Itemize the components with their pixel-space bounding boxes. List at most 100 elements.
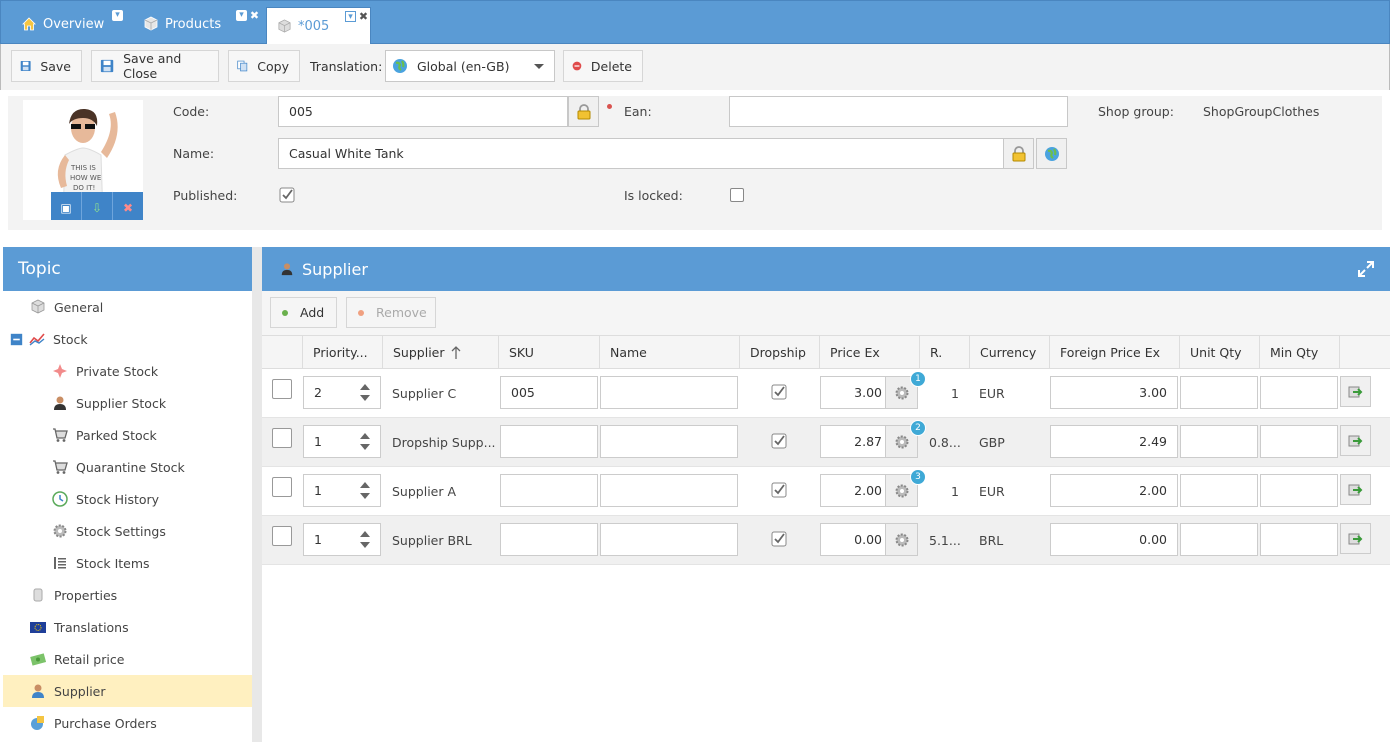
- dropship-checkbox[interactable]: [771, 531, 787, 547]
- remove-supplier-button[interactable]: Remove: [346, 297, 436, 328]
- topic-item-supplier[interactable]: Supplier: [3, 675, 252, 707]
- sku-input[interactable]: [500, 474, 598, 507]
- translation-select[interactable]: Global (en-GB): [385, 50, 555, 82]
- priority-stepper[interactable]: 1: [303, 523, 381, 556]
- ean-input[interactable]: [729, 96, 1068, 127]
- row-open-button[interactable]: [1340, 425, 1371, 456]
- stepper-arrows-icon[interactable]: [360, 432, 370, 452]
- price-ex-input[interactable]: 2.00: [820, 474, 886, 507]
- topic-item-properties[interactable]: Properties: [3, 579, 252, 611]
- panel-splitter[interactable]: [252, 247, 262, 742]
- stepper-arrows-icon[interactable]: [360, 383, 370, 403]
- col-rate[interactable]: R.: [919, 336, 969, 369]
- topic-item-private-stock[interactable]: Private Stock: [3, 355, 252, 387]
- col-price-ex[interactable]: Price Ex: [819, 336, 919, 369]
- code-lock-button[interactable]: [568, 96, 599, 127]
- sku-input[interactable]: 005: [500, 376, 598, 409]
- topic-item-purchase-orders[interactable]: Purchase Orders: [3, 707, 252, 739]
- topic-item-stock[interactable]: Stock: [3, 323, 252, 355]
- priority-stepper[interactable]: 1: [303, 425, 381, 458]
- unit-qty-input[interactable]: [1180, 425, 1258, 458]
- stepper-arrows-icon[interactable]: [360, 481, 370, 501]
- unit-qty-input[interactable]: [1180, 474, 1258, 507]
- topic-item-stock-settings[interactable]: Stock Settings: [3, 515, 252, 547]
- min-qty-input[interactable]: [1260, 523, 1338, 556]
- tab-active-menu-icon[interactable]: ▾: [345, 11, 356, 22]
- price-ex-input[interactable]: 2.87: [820, 425, 886, 458]
- row-open-button[interactable]: [1340, 474, 1371, 505]
- priority-stepper[interactable]: 2: [303, 376, 381, 409]
- min-qty-input[interactable]: [1260, 474, 1338, 507]
- row-select-checkbox[interactable]: [272, 526, 292, 546]
- unit-qty-input[interactable]: [1180, 523, 1258, 556]
- image-download-icon[interactable]: ⇩: [82, 192, 113, 220]
- row-select-checkbox[interactable]: [272, 379, 292, 399]
- price-ex-input[interactable]: 3.00: [820, 376, 886, 409]
- save-and-close-button[interactable]: Save and Close: [91, 50, 219, 82]
- sku-input[interactable]: [500, 425, 598, 458]
- table-row[interactable]: 1 Supplier A 2.00 3 1 EUR 2.00: [262, 467, 1390, 516]
- tab-products-menu-icon[interactable]: ▾: [236, 10, 247, 21]
- topic-item-stock-history[interactable]: Stock History: [3, 483, 252, 515]
- save-button[interactable]: Save: [11, 50, 82, 82]
- copy-button[interactable]: Copy: [228, 50, 300, 82]
- code-input[interactable]: 005: [278, 96, 568, 127]
- tab-overview-menu-icon[interactable]: ▾: [112, 10, 123, 21]
- table-row[interactable]: 2 Supplier C 005 3.00 1 1 EUR 3.00: [262, 369, 1390, 418]
- tab-overview[interactable]: Overview: [21, 9, 104, 39]
- topic-item-retail-price[interactable]: Retail price: [3, 643, 252, 675]
- col-foreign-price-ex[interactable]: Foreign Price Ex: [1049, 336, 1179, 369]
- table-row[interactable]: 1 Dropship Supp... 2.87 2 0.8... GBP 2.4…: [262, 418, 1390, 467]
- tab-products-close-icon[interactable]: ✖: [249, 10, 260, 21]
- unit-qty-input[interactable]: [1180, 376, 1258, 409]
- name-input[interactable]: [600, 523, 738, 556]
- topic-item-general[interactable]: General: [3, 291, 252, 323]
- foreign-price-input[interactable]: 3.00: [1050, 376, 1178, 409]
- row-open-button[interactable]: [1340, 376, 1371, 407]
- min-qty-input[interactable]: [1260, 425, 1338, 458]
- tab-products[interactable]: Products: [143, 9, 221, 39]
- price-ex-input[interactable]: 0.00: [820, 523, 886, 556]
- tab-active-close-icon[interactable]: ✖: [358, 11, 369, 22]
- image-remove-icon[interactable]: ✖: [113, 192, 143, 220]
- foreign-price-input[interactable]: 2.00: [1050, 474, 1178, 507]
- col-dropship[interactable]: Dropship: [739, 336, 819, 369]
- name-input[interactable]: [600, 425, 738, 458]
- topic-item-translations[interactable]: Translations: [3, 611, 252, 643]
- col-min-qty[interactable]: Min Qty: [1259, 336, 1339, 369]
- name-lock-button[interactable]: [1003, 138, 1034, 169]
- topic-item-parked-stock[interactable]: Parked Stock: [3, 419, 252, 451]
- published-checkbox[interactable]: [279, 187, 295, 203]
- col-unit-qty[interactable]: Unit Qty: [1179, 336, 1259, 369]
- col-currency[interactable]: Currency: [969, 336, 1049, 369]
- stepper-arrows-icon[interactable]: [360, 530, 370, 550]
- table-row[interactable]: 1 Supplier BRL 0.00 5.1... BRL 0.00: [262, 516, 1390, 565]
- add-supplier-button[interactable]: Add: [270, 297, 337, 328]
- foreign-price-input[interactable]: 0.00: [1050, 523, 1178, 556]
- topic-item-supplier-stock[interactable]: Supplier Stock: [3, 387, 252, 419]
- col-supplier[interactable]: Supplier: [382, 336, 498, 369]
- col-name[interactable]: Name: [599, 336, 739, 369]
- collapse-icon[interactable]: [10, 333, 23, 346]
- sku-input[interactable]: [500, 523, 598, 556]
- foreign-price-input[interactable]: 2.49: [1050, 425, 1178, 458]
- name-input[interactable]: [600, 376, 738, 409]
- name-input[interactable]: Casual White Tank: [278, 138, 1004, 169]
- row-open-button[interactable]: [1340, 523, 1371, 554]
- name-input[interactable]: [600, 474, 738, 507]
- image-add-icon[interactable]: ▣: [51, 192, 82, 220]
- col-sku[interactable]: SKU: [498, 336, 599, 369]
- col-priority[interactable]: Priority...: [302, 336, 392, 369]
- dropship-checkbox[interactable]: [771, 482, 787, 498]
- topic-item-stock-items[interactable]: Stock Items: [3, 547, 252, 579]
- dropship-checkbox[interactable]: [771, 384, 787, 400]
- row-select-checkbox[interactable]: [272, 428, 292, 448]
- delete-button[interactable]: Delete: [563, 50, 643, 82]
- dropship-checkbox[interactable]: [771, 433, 787, 449]
- price-settings-button[interactable]: [885, 523, 918, 556]
- is-locked-checkbox[interactable]: [730, 188, 744, 202]
- row-select-checkbox[interactable]: [272, 477, 292, 497]
- topic-item-quarantine-stock[interactable]: Quarantine Stock: [3, 451, 252, 483]
- expand-icon[interactable]: [1358, 261, 1374, 277]
- min-qty-input[interactable]: [1260, 376, 1338, 409]
